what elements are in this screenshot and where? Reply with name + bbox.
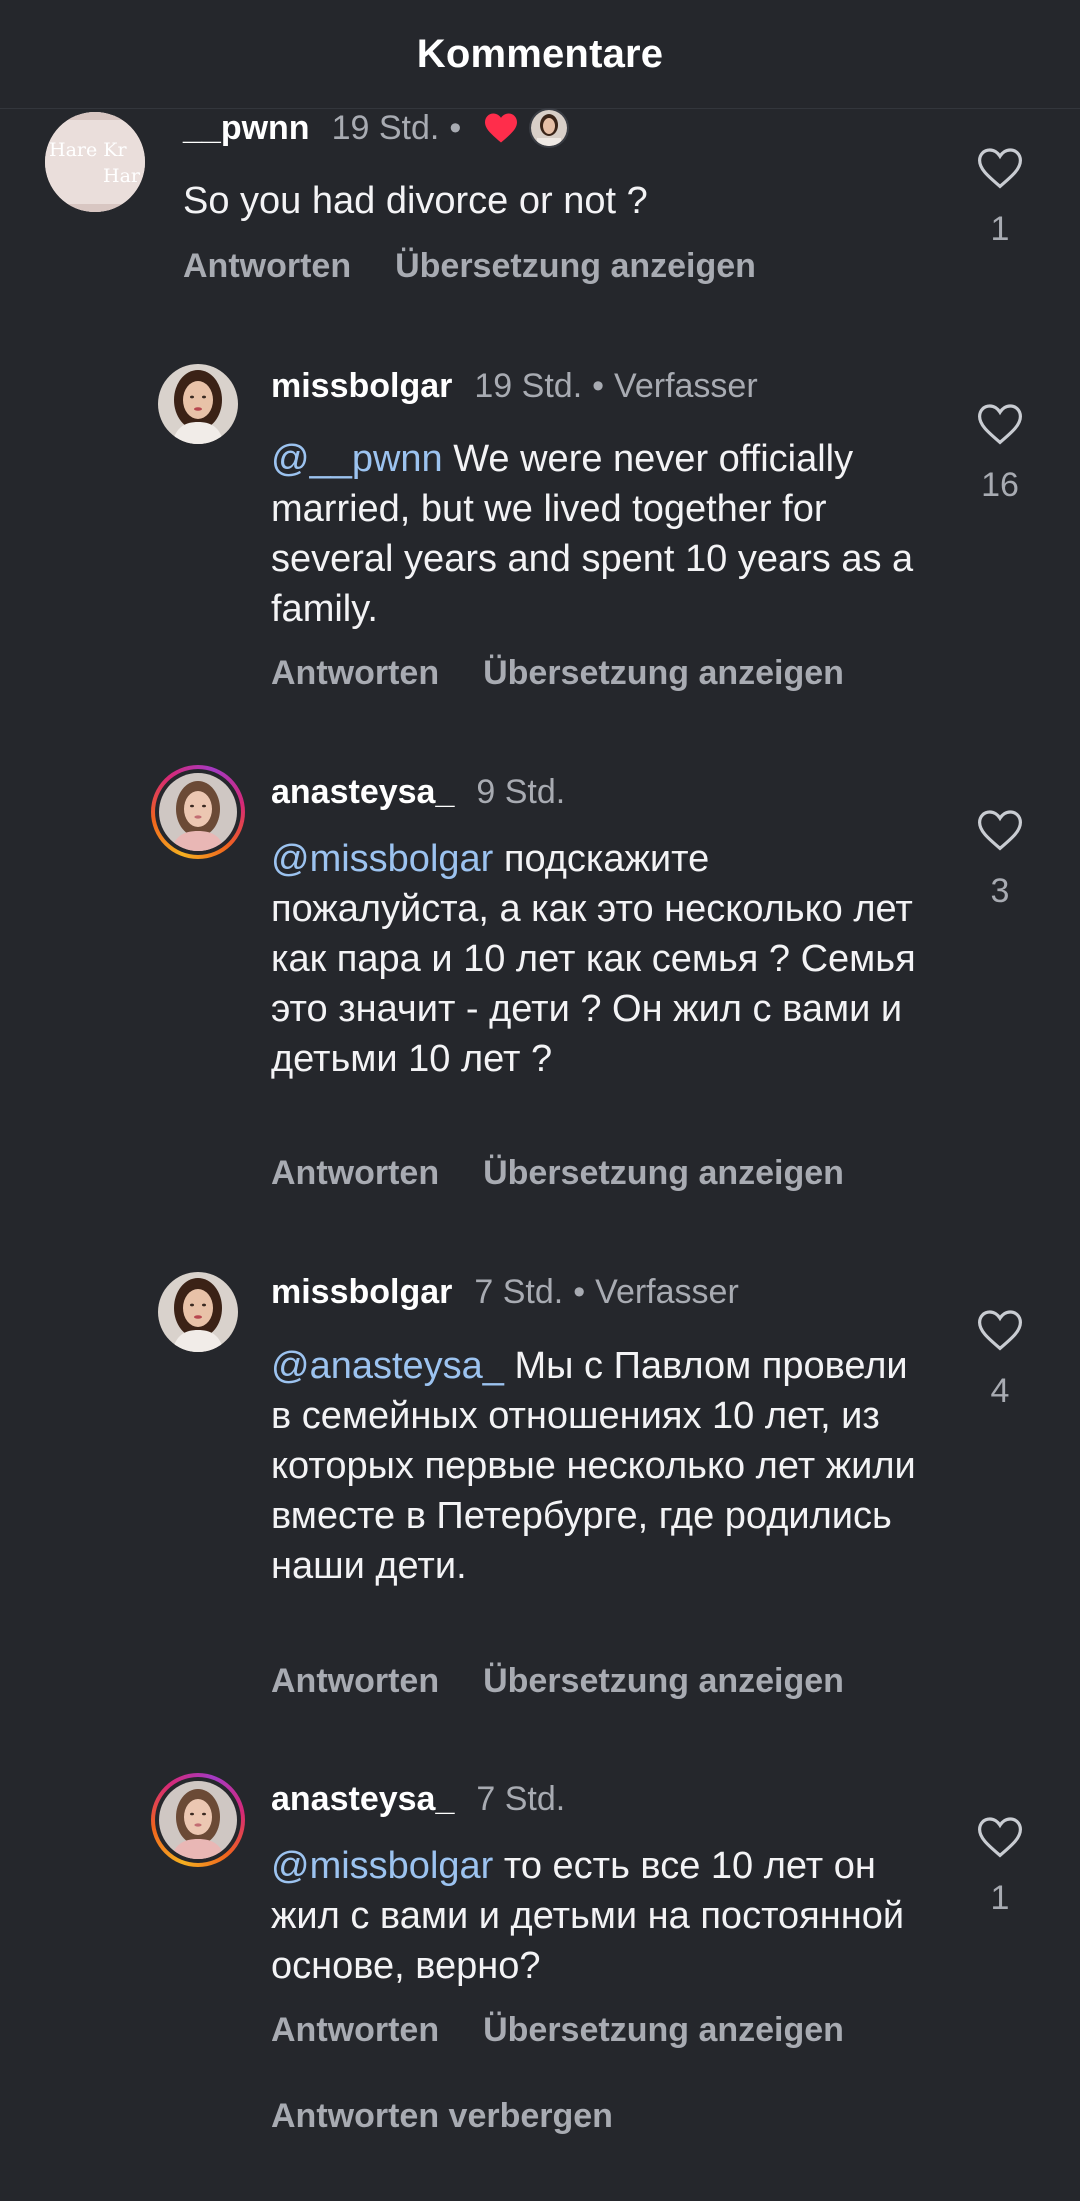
separator-dot: • — [592, 367, 605, 405]
heart-outline-icon[interactable] — [976, 1308, 1024, 1357]
avatar[interactable] — [158, 1272, 238, 1352]
reply-button[interactable]: Antworten — [271, 2010, 439, 2050]
username[interactable]: missbolgar — [271, 366, 452, 406]
reply-button[interactable]: Antworten — [271, 1153, 439, 1193]
author-badge: Verfasser — [614, 367, 758, 405]
mention-link[interactable]: @anasteysa_ — [271, 1345, 504, 1387]
story-ring[interactable] — [151, 1773, 245, 1867]
heart-outline-icon[interactable] — [976, 1815, 1024, 1864]
red-heart-icon — [483, 112, 519, 144]
like-count: 3 — [990, 872, 1010, 910]
like-count: 16 — [981, 466, 1019, 504]
translate-button[interactable]: Übersetzung anzeigen — [483, 1153, 844, 1193]
reply-button[interactable]: Antworten — [271, 653, 439, 693]
avatar[interactable] — [158, 364, 238, 444]
heart-outline-icon[interactable] — [976, 808, 1024, 857]
like-count: 1 — [990, 210, 1010, 248]
mention-link[interactable]: @__pwnn — [271, 438, 443, 480]
username[interactable]: anasteysa_ — [271, 772, 454, 812]
username[interactable]: missbolgar — [271, 1272, 452, 1312]
mention-link[interactable]: @missbolgar — [271, 1845, 493, 1887]
timestamp: 19 Std. — [331, 109, 440, 147]
comment-text: @missbolgar то есть все 10 лет он жил с … — [271, 1845, 905, 1987]
translate-button[interactable]: Übersetzung anzeigen — [395, 246, 756, 286]
separator-dot: • — [573, 1273, 586, 1311]
avatar-text: Hare Kr — [49, 139, 127, 161]
author-badge: Verfasser — [595, 1273, 739, 1311]
reply-button[interactable]: Antworten — [183, 246, 351, 286]
like-count: 4 — [990, 1372, 1010, 1410]
heart-outline-icon[interactable] — [976, 146, 1024, 195]
page-title: Kommentare — [416, 31, 664, 76]
comment-text: @anasteysa_ Мы с Павлом провели в семейн… — [271, 1345, 916, 1587]
timestamp: 7 Std. — [476, 1780, 566, 1818]
timestamp: 9 Std. — [476, 773, 566, 811]
avatar[interactable]: Hare Kr Har — [45, 112, 145, 212]
translate-button[interactable]: Übersetzung anzeigen — [483, 1661, 844, 1701]
reply-button[interactable]: Antworten — [271, 1661, 439, 1701]
like-count: 1 — [990, 1879, 1010, 1917]
comment-text: @missbolgar подскажите пожалуйста, а как… — [271, 838, 916, 1080]
author-avatar-mini — [529, 108, 570, 148]
separator-dot: • — [449, 109, 462, 147]
translate-button[interactable]: Übersetzung anzeigen — [483, 2010, 844, 2050]
comment-text: @__pwnn We were never officially married… — [271, 438, 914, 630]
timestamp: 7 Std. — [474, 1273, 564, 1311]
heart-outline-icon[interactable] — [976, 402, 1024, 451]
avatar — [159, 773, 237, 851]
hide-replies-button[interactable]: Antworten verbergen — [271, 2096, 613, 2136]
username[interactable]: __pwnn — [183, 108, 310, 148]
avatar — [159, 1781, 237, 1859]
mention-link[interactable]: @missbolgar — [271, 838, 493, 880]
story-ring[interactable] — [151, 765, 245, 859]
username[interactable]: anasteysa_ — [271, 1779, 454, 1819]
comment-text: So you had divorce or not ? — [183, 180, 648, 222]
translate-button[interactable]: Übersetzung anzeigen — [483, 653, 844, 693]
timestamp: 19 Std. — [474, 367, 583, 405]
svg-text:Har: Har — [103, 165, 141, 187]
comments-header: Kommentare — [0, 0, 1080, 109]
